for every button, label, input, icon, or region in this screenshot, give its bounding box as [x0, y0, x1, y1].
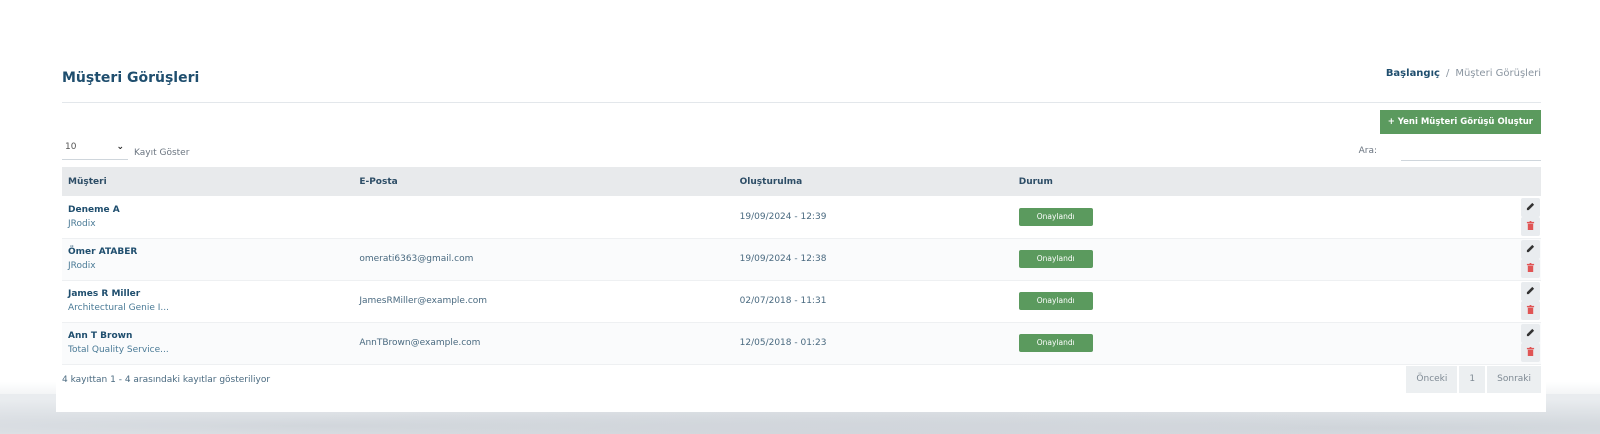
table-header-row: Müşteri E-Posta Oluşturulma Durum	[62, 167, 1541, 196]
search-input[interactable]	[1401, 142, 1541, 161]
delete-button[interactable]	[1521, 343, 1540, 362]
column-header-customer[interactable]: Müşteri	[62, 167, 353, 196]
email-cell	[353, 196, 733, 238]
page-length-label: Kayıt Göster	[134, 147, 190, 158]
actions-cell	[1215, 238, 1541, 280]
page-length-control: 10 ⌄ Kayıt Göster	[62, 139, 189, 160]
customer-cell: Ömer ATABER JRodix	[62, 238, 353, 280]
created-cell: 19/09/2024 - 12:38	[739, 254, 827, 264]
customer-company: Architectural Genie I...	[68, 303, 169, 313]
status-badge: Onaylandı	[1018, 207, 1093, 226]
page-title: Müşteri Görüşleri	[62, 70, 200, 86]
actions-cell	[1215, 196, 1541, 238]
pencil-icon	[1526, 286, 1535, 295]
customer-name[interactable]: Ömer ATABER	[68, 247, 353, 257]
column-header-email[interactable]: E-Posta	[353, 167, 733, 196]
edit-button[interactable]	[1521, 240, 1540, 259]
table-row: Ann T Brown Total Quality Service... Ann…	[62, 322, 1541, 364]
customer-company: JRodix	[68, 218, 96, 229]
created-cell: 02/07/2018 - 11:31	[739, 296, 827, 306]
breadcrumb-separator: /	[1445, 68, 1450, 79]
created-cell: 19/09/2024 - 12:39	[739, 211, 827, 222]
trash-icon	[1526, 220, 1535, 230]
email-cell: AnnTBrown@example.com	[359, 338, 481, 348]
customer-company: JRodix	[68, 261, 96, 271]
edit-button[interactable]	[1521, 282, 1540, 301]
breadcrumb-current: Müşteri Görüşleri	[1455, 68, 1541, 79]
email-cell: JamesRMiller@example.com	[359, 296, 488, 306]
status-badge: Onaylandı	[1018, 292, 1093, 310]
next-page-button[interactable]: Sonraki	[1487, 366, 1541, 393]
actions-cell	[1215, 322, 1541, 364]
customer-company: Total Quality Service...	[68, 345, 169, 355]
status-badge: Onaylandı	[1018, 334, 1093, 352]
customer-name[interactable]: Deneme A	[68, 205, 353, 215]
chevron-down-icon: ⌄	[116, 142, 124, 152]
page-length-select[interactable]: 10 ⌄	[62, 139, 128, 160]
pencil-icon	[1526, 328, 1535, 337]
delete-button[interactable]	[1521, 216, 1540, 236]
trash-icon	[1526, 347, 1535, 356]
pagination: Önceki 1 Sonraki	[1404, 366, 1541, 393]
created-cell: 12/05/2018 - 01:23	[739, 338, 827, 348]
table-row: James R Miller Architectural Genie I... …	[62, 280, 1541, 322]
customer-cell: James R Miller Architectural Genie I...	[62, 280, 353, 322]
status-cell: Onaylandı	[1013, 322, 1215, 364]
edit-button[interactable]	[1521, 197, 1540, 217]
email-cell: omerati6363@gmail.com	[359, 254, 474, 264]
column-header-created[interactable]: Oluşturulma	[734, 167, 1013, 196]
column-header-status[interactable]: Durum	[1013, 167, 1215, 196]
trash-icon	[1526, 305, 1535, 314]
status-cell: Onaylandı	[1013, 238, 1215, 280]
header-divider	[62, 102, 1541, 103]
search-label: Ara:	[1358, 146, 1377, 156]
actions-cell	[1215, 280, 1541, 322]
delete-button[interactable]	[1521, 301, 1540, 320]
customer-name[interactable]: James R Miller	[68, 289, 353, 299]
status-cell: Onaylandı	[1013, 196, 1215, 238]
new-testimonial-button[interactable]: + Yeni Müşteri Görüşü Oluştur	[1379, 110, 1541, 134]
delete-button[interactable]	[1521, 259, 1540, 278]
status-cell: Onaylandı	[1013, 280, 1215, 322]
column-header-actions	[1215, 167, 1541, 196]
pencil-icon	[1526, 244, 1535, 253]
trash-icon	[1526, 263, 1535, 272]
testimonials-table: Müşteri E-Posta Oluşturulma Durum Deneme…	[62, 167, 1541, 365]
customer-cell: Ann T Brown Total Quality Service...	[62, 322, 353, 364]
search-control: Ara:	[1359, 142, 1541, 161]
breadcrumb-home-link[interactable]: Başlangıç	[1386, 68, 1440, 79]
edit-button[interactable]	[1521, 324, 1540, 343]
content-card: Müşteri Görüşleri Başlangıç / Müşteri Görü…	[56, 55, 1546, 412]
table-row: Deneme A JRodix 19/09/2024 - 12:39 Onayl…	[62, 196, 1541, 238]
table-row: Ömer ATABER JRodix omerati6363@gmail.com…	[62, 238, 1541, 280]
customer-cell: Deneme A JRodix	[62, 196, 353, 238]
table-info: 4 kayıttan 1 - 4 arasındaki kayıtlar gös…	[62, 375, 271, 385]
customer-name[interactable]: Ann T Brown	[68, 331, 353, 341]
breadcrumb: Başlangıç / Müşteri Görüşleri	[1386, 68, 1541, 79]
pencil-icon	[1526, 202, 1535, 210]
page-number-button[interactable]: 1	[1459, 366, 1486, 393]
status-badge: Onaylandı	[1018, 250, 1093, 268]
page-length-value: 10	[65, 142, 77, 152]
previous-page-button[interactable]: Önceki	[1406, 366, 1458, 393]
